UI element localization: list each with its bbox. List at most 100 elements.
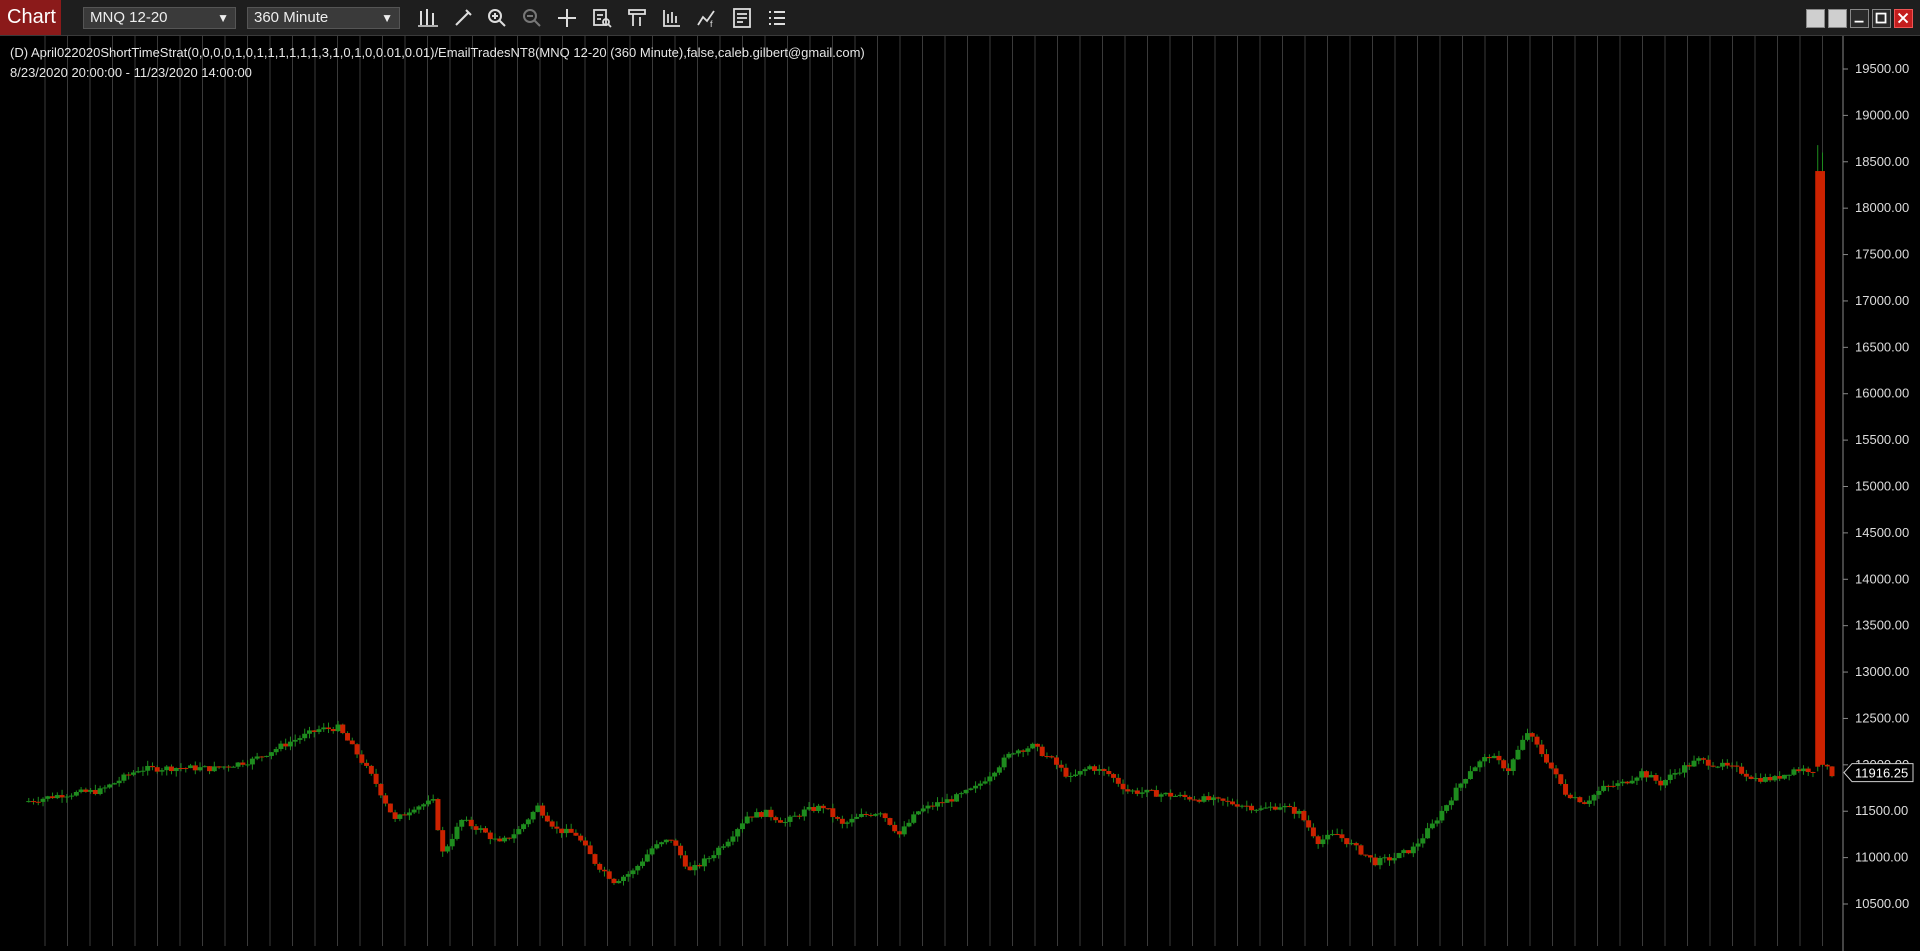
candle <box>549 819 555 830</box>
candle <box>1496 750 1502 765</box>
candle <box>592 853 598 866</box>
y-tick-label: 13000.00 <box>1855 664 1909 679</box>
candle <box>1791 767 1797 776</box>
candle <box>1429 819 1435 830</box>
candle <box>1130 789 1136 794</box>
candle <box>659 841 665 847</box>
draw-pencil-icon[interactable] <box>450 5 476 31</box>
candle <box>735 827 741 842</box>
instrument-selector[interactable]: MNQ 12-20 ▼ <box>83 7 236 29</box>
candle <box>1344 838 1350 848</box>
candle <box>383 793 389 807</box>
candle <box>83 787 89 793</box>
strategy-label: (D) April022020ShortTimeStrat(0,0,0,0,1,… <box>10 45 865 60</box>
candle <box>1372 853 1378 867</box>
candle <box>935 797 941 811</box>
crosshair-icon[interactable] <box>554 5 580 31</box>
candle <box>1505 763 1511 775</box>
candle <box>254 752 260 761</box>
candle <box>497 836 503 842</box>
maximize-icon[interactable] <box>1872 9 1891 28</box>
candle <box>1401 848 1407 858</box>
candle <box>121 772 127 784</box>
candle <box>1662 779 1668 788</box>
candle <box>31 798 37 805</box>
candle <box>1177 792 1183 798</box>
candle <box>573 829 579 837</box>
candle <box>1068 772 1074 783</box>
candle <box>1501 758 1507 772</box>
candle <box>992 771 998 780</box>
candle <box>440 826 446 857</box>
candle <box>249 756 255 770</box>
candle <box>340 723 346 735</box>
candle <box>925 801 931 814</box>
candle <box>521 823 527 832</box>
candle <box>1082 767 1088 776</box>
candle <box>1572 791 1578 800</box>
candle <box>1268 802 1274 811</box>
candle <box>911 811 917 825</box>
candle <box>901 821 907 837</box>
candle <box>968 787 974 791</box>
candle <box>1001 754 1007 771</box>
candle <box>406 808 412 821</box>
candle <box>264 755 270 758</box>
candle <box>273 746 279 756</box>
candle <box>487 830 493 845</box>
list-icon[interactable] <box>764 5 790 31</box>
candle <box>1125 784 1131 794</box>
candle <box>221 766 227 770</box>
candle <box>773 815 779 823</box>
candle <box>949 795 955 807</box>
chevron-down-icon: ▼ <box>381 11 393 25</box>
candle <box>973 781 979 793</box>
candle <box>425 795 431 807</box>
price-chart[interactable]: 10500.0011000.0011500.0012000.0012500.00… <box>0 36 1920 951</box>
candle <box>283 738 289 751</box>
bar-type-icon[interactable] <box>415 5 441 31</box>
candle <box>1743 769 1749 782</box>
candle <box>1748 774 1754 780</box>
strategies-icon[interactable]: f <box>694 5 720 31</box>
candle <box>459 819 465 831</box>
chart-panel[interactable]: 10500.0011000.0011500.0012000.0012500.00… <box>0 36 1920 951</box>
candle <box>778 817 784 823</box>
close-icon[interactable] <box>1894 9 1913 28</box>
properties-icon[interactable] <box>659 5 685 31</box>
candle <box>140 766 146 776</box>
interval-selector[interactable]: 360 Minute ▼ <box>247 7 400 29</box>
candle <box>183 767 189 773</box>
candle <box>306 726 312 739</box>
candle <box>278 740 284 752</box>
candle <box>987 771 993 786</box>
candle <box>345 731 351 741</box>
candle <box>797 813 803 820</box>
candle <box>154 765 160 774</box>
indicators-icon[interactable] <box>729 5 755 31</box>
candle <box>145 760 151 776</box>
data-box-icon[interactable] <box>589 5 615 31</box>
pin-window-icon[interactable] <box>1828 9 1847 28</box>
candle <box>1263 802 1269 809</box>
candle <box>1258 805 1264 811</box>
candle <box>1415 838 1421 851</box>
zoom-in-icon[interactable] <box>484 5 510 31</box>
candle <box>1639 768 1645 781</box>
candle <box>915 810 921 816</box>
candle <box>1758 773 1764 784</box>
tile-window-icon[interactable] <box>1806 9 1825 28</box>
zoom-out-icon[interactable] <box>519 5 545 31</box>
chart-trader-icon[interactable] <box>624 5 650 31</box>
candle <box>78 787 84 794</box>
candle <box>1772 774 1778 782</box>
y-tick-label: 17000.00 <box>1855 293 1909 308</box>
minimize-icon[interactable] <box>1850 9 1869 28</box>
candle <box>1334 828 1340 836</box>
candle <box>1396 852 1402 859</box>
chart-tab[interactable]: Chart <box>0 0 61 35</box>
candle <box>1234 799 1240 808</box>
candle <box>892 821 898 834</box>
candle <box>540 802 546 819</box>
candle <box>1096 764 1102 775</box>
